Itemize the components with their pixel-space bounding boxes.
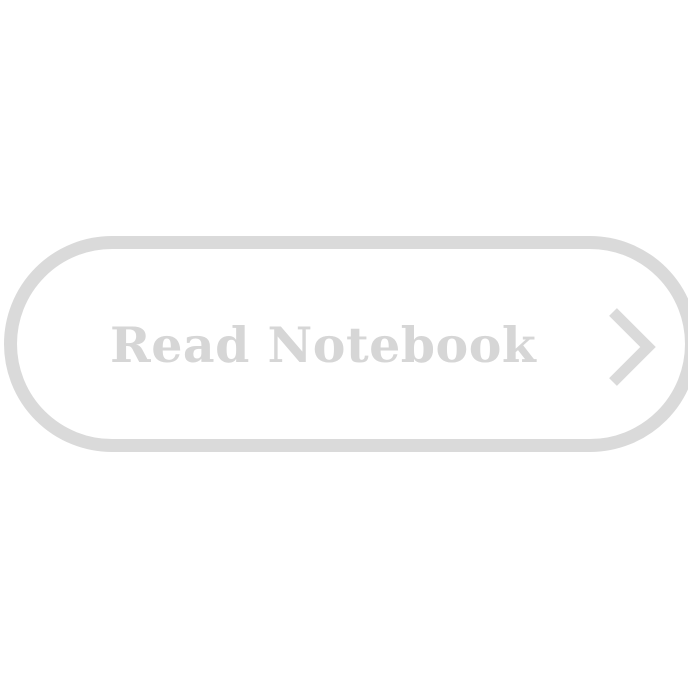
- button-label: Read Notebook: [110, 316, 537, 374]
- read-notebook-button[interactable]: Read Notebook: [4, 236, 688, 452]
- page: Read Notebook: [0, 0, 688, 688]
- chevron-right-icon: [609, 308, 656, 386]
